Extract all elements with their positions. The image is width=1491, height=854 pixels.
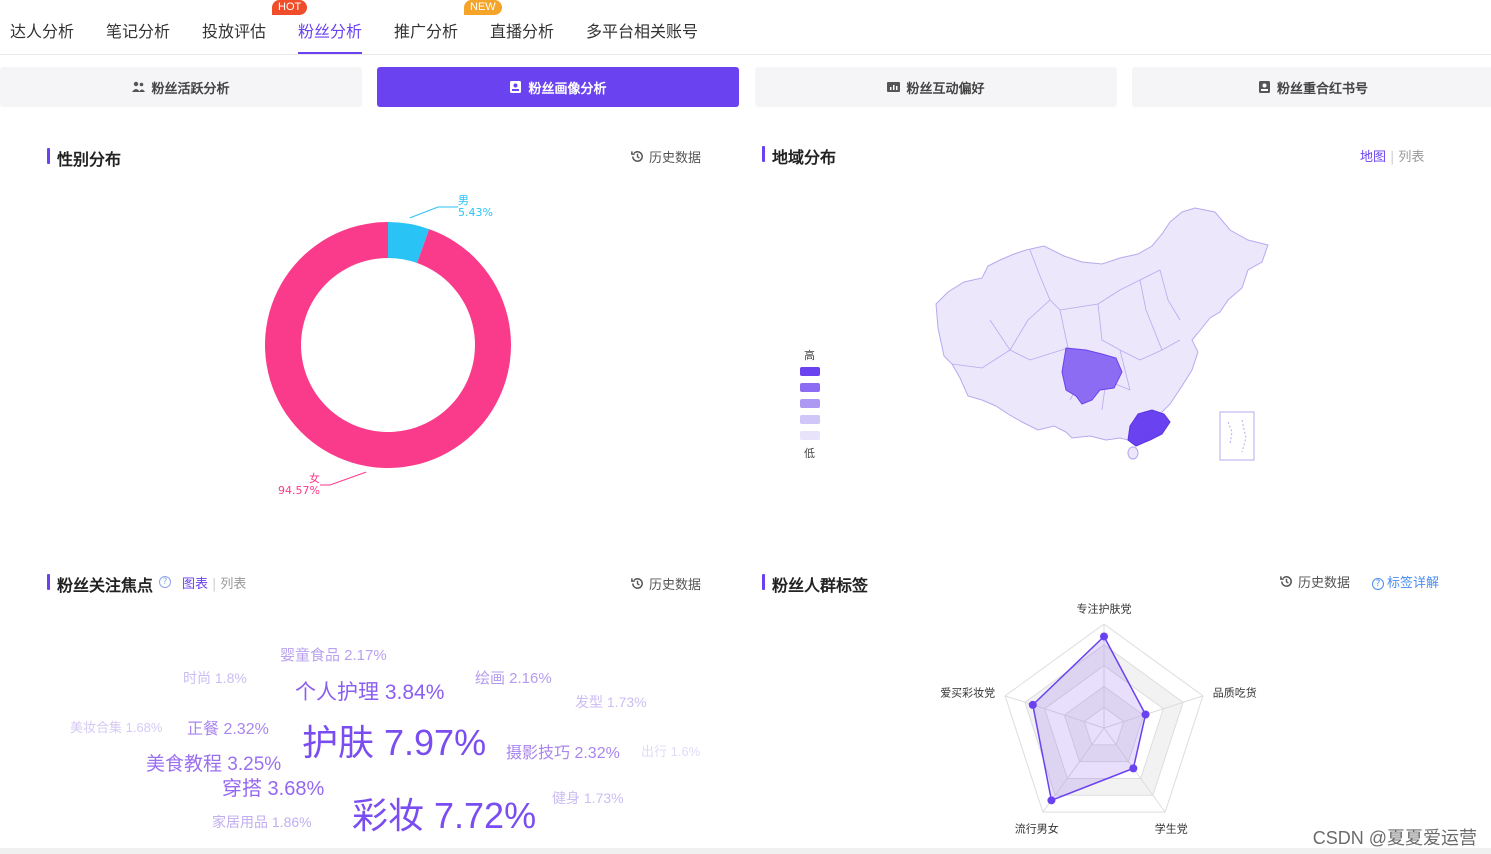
region-section-title: 地域分布: [762, 144, 836, 168]
radar-axis-label: 专注护肤党: [1077, 602, 1132, 616]
word-cloud-item[interactable]: 美妆合集 1.68%: [70, 717, 162, 736]
donut-slice[interactable]: [264, 222, 511, 468]
history-icon: [631, 578, 643, 589]
china-map[interactable]: [930, 200, 1280, 470]
radar-point[interactable]: [1100, 632, 1108, 641]
subtab-label: 粉丝互动偏好: [906, 81, 985, 97]
legend-swatch[interactable]: [800, 415, 820, 424]
donut-label-line: [409, 206, 458, 219]
radar-axis-label: 爱买彩妆党: [940, 687, 995, 700]
gender-section-title: 性别分布: [47, 146, 121, 170]
tab-influencer-analysis[interactable]: 达人分析: [10, 18, 74, 42]
map-south-sea-inset: [1219, 411, 1255, 461]
gender-donut-chart: 男5.43%女94.57%: [264, 194, 511, 497]
watermark: CSDN @夏夏爱运营: [1312, 828, 1477, 848]
word-cloud-item[interactable]: 正餐 2.32%: [187, 715, 269, 739]
tab-fans-analysis[interactable]: 粉丝分析: [298, 18, 362, 42]
help-icon[interactable]: ?: [159, 575, 174, 588]
subtab-label: 粉丝画像分析: [528, 81, 607, 97]
subtab-overlap-accounts[interactable]: 粉丝重合红书号: [1132, 67, 1491, 107]
crowd-radar-chart: 专注护肤党品质吃货学生党 流行男女 爱买彩妆党: [940, 602, 1257, 836]
history-label: 历史数据: [649, 151, 702, 166]
donut-label-category: 女: [309, 471, 320, 485]
tag-explain-link[interactable]: ? 标签详解: [1372, 572, 1439, 591]
region-map-toggle[interactable]: 地图: [1360, 150, 1386, 165]
word-cloud-item[interactable]: 家居用品 1.86%: [212, 812, 312, 832]
legend-swatch[interactable]: [800, 399, 820, 408]
tab-multi-platform-accounts[interactable]: 多平台相关账号: [586, 18, 698, 42]
subtab-fans-interaction[interactable]: 粉丝互动偏好: [755, 67, 1117, 107]
history-icon: [1280, 576, 1292, 587]
crowd-history-button[interactable]: 历史数据: [1279, 572, 1350, 591]
history-label: 历史数据: [649, 578, 702, 593]
focus-history-button[interactable]: 历史数据: [630, 574, 701, 593]
map-region-hainan[interactable]: [1127, 446, 1139, 460]
help-icon: ?: [1372, 578, 1384, 590]
radar-point[interactable]: [1028, 700, 1037, 709]
focus-view-toggle: 图表 | 列表: [182, 577, 247, 592]
word-cloud-item[interactable]: 护肤 7.97%: [302, 714, 486, 766]
radar-axis-label: 流行男女: [1015, 822, 1059, 836]
word-cloud-item[interactable]: 绘画 2.16%: [475, 667, 552, 688]
active-tab-underline: [298, 52, 362, 54]
donut-label-line: [320, 471, 367, 486]
legend-low-label: 低: [804, 447, 815, 460]
word-cloud-item[interactable]: 彩妆 7.72%: [352, 787, 536, 839]
legend-swatch[interactable]: [800, 431, 820, 440]
crowd-section-title: 粉丝人群标签: [762, 572, 868, 596]
tag-explain-label: 标签详解: [1387, 576, 1440, 591]
region-view-toggle: 地图 | 列表: [1360, 150, 1425, 165]
portrait-icon: [510, 81, 522, 93]
focus-chart-toggle[interactable]: 图表: [182, 577, 208, 592]
radar-axis-label: 品质吃货: [1213, 686, 1257, 700]
word-cloud-item[interactable]: 健身 1.73%: [552, 788, 624, 808]
account-icon: [1258, 81, 1270, 93]
radar-axis-label: 学生党: [1155, 822, 1188, 836]
subtab-label: 粉丝活跃分析: [151, 81, 230, 97]
word-cloud-item[interactable]: 穿搭 3.68%: [222, 772, 324, 801]
word-cloud-item[interactable]: 发型 1.73%: [575, 692, 647, 712]
legend-swatch[interactable]: [800, 383, 820, 392]
tab-ad-evaluation[interactable]: 投放评估: [202, 18, 266, 42]
subtab-label: 粉丝重合红书号: [1276, 81, 1368, 97]
history-label: 历史数据: [1298, 576, 1351, 591]
bottom-bar: [0, 848, 1491, 854]
fans-icon: [132, 81, 146, 92]
focus-list-toggle[interactable]: 列表: [220, 577, 246, 592]
gender-history-button[interactable]: 历史数据: [630, 147, 701, 166]
donut-label-value: 94.57%: [278, 484, 320, 497]
focus-section-title: 粉丝关注焦点: [47, 572, 153, 596]
tab-promotion-analysis[interactable]: 推广分析: [394, 18, 458, 42]
top-nav: 达人分析 笔记分析 投放评估 粉丝分析 HOT 推广分析 NEW 直播分析 多平…: [0, 0, 1491, 55]
legend-swatch[interactable]: [800, 367, 820, 376]
word-cloud-item[interactable]: 个人护理 3.84%: [295, 676, 444, 706]
radar-point[interactable]: [1129, 764, 1138, 773]
subtab-fans-portrait[interactable]: 粉丝画像分析: [377, 67, 739, 107]
donut-label-value: 5.43%: [458, 206, 493, 219]
map-mainland[interactable]: [935, 207, 1269, 441]
legend-high-label: 高: [804, 349, 815, 362]
tab-live-analysis[interactable]: 直播分析: [490, 18, 554, 42]
new-badge: NEW: [464, 0, 502, 15]
tab-note-analysis[interactable]: 笔记分析: [106, 18, 170, 42]
map-islands: [1227, 419, 1247, 453]
region-list-toggle[interactable]: 列表: [1398, 150, 1424, 165]
word-cloud-item[interactable]: 摄影技巧 2.32%: [506, 739, 620, 763]
subtab-fans-activity[interactable]: 粉丝活跃分析: [0, 67, 362, 107]
history-icon: [631, 151, 643, 162]
word-cloud-item[interactable]: 时尚 1.8%: [183, 668, 247, 688]
chart-icon: [887, 82, 901, 92]
word-cloud-item[interactable]: 婴童食品 2.17%: [280, 644, 387, 665]
hot-badge: HOT: [272, 0, 308, 15]
word-cloud-item[interactable]: 出行 1.6%: [641, 741, 700, 760]
radar-point[interactable]: [1141, 710, 1150, 719]
radar-point[interactable]: [1047, 796, 1056, 805]
